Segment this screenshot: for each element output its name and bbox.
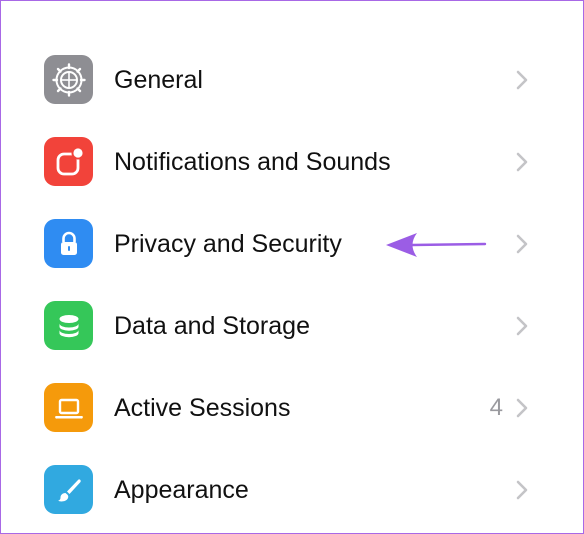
settings-item-label: Active Sessions bbox=[114, 394, 291, 422]
brush-icon bbox=[44, 465, 93, 514]
settings-item-label: Notifications and Sounds bbox=[114, 148, 391, 176]
gear-icon bbox=[44, 55, 93, 104]
settings-item-notifications[interactable]: Notifications and Sounds bbox=[1, 121, 583, 203]
chevron-right-icon bbox=[516, 70, 528, 90]
notification-icon bbox=[44, 137, 93, 186]
chevron-right-icon bbox=[516, 398, 528, 418]
settings-item-appearance[interactable]: Appearance bbox=[1, 449, 583, 531]
chevron-right-icon bbox=[516, 480, 528, 500]
laptop-icon bbox=[44, 383, 93, 432]
session-count: 4 bbox=[489, 394, 503, 421]
settings-item-data-storage[interactable]: Data and Storage bbox=[1, 285, 583, 367]
settings-item-active-sessions[interactable]: Active Sessions 4 bbox=[1, 367, 583, 449]
arrow-left-icon bbox=[386, 233, 487, 257]
settings-panel: General Notifications and Sounds Privacy… bbox=[0, 0, 584, 534]
settings-item-label: Privacy and Security bbox=[114, 230, 342, 258]
settings-item-label: Data and Storage bbox=[114, 312, 310, 340]
chevron-right-icon bbox=[516, 234, 528, 254]
lock-icon bbox=[44, 219, 93, 268]
chevron-right-icon bbox=[516, 152, 528, 172]
settings-item-label: Appearance bbox=[114, 476, 249, 504]
settings-item-label: General bbox=[114, 66, 203, 94]
chevron-right-icon bbox=[516, 316, 528, 336]
settings-item-general[interactable]: General bbox=[1, 39, 583, 121]
database-icon bbox=[44, 301, 93, 350]
settings-item-privacy[interactable]: Privacy and Security bbox=[1, 203, 583, 285]
